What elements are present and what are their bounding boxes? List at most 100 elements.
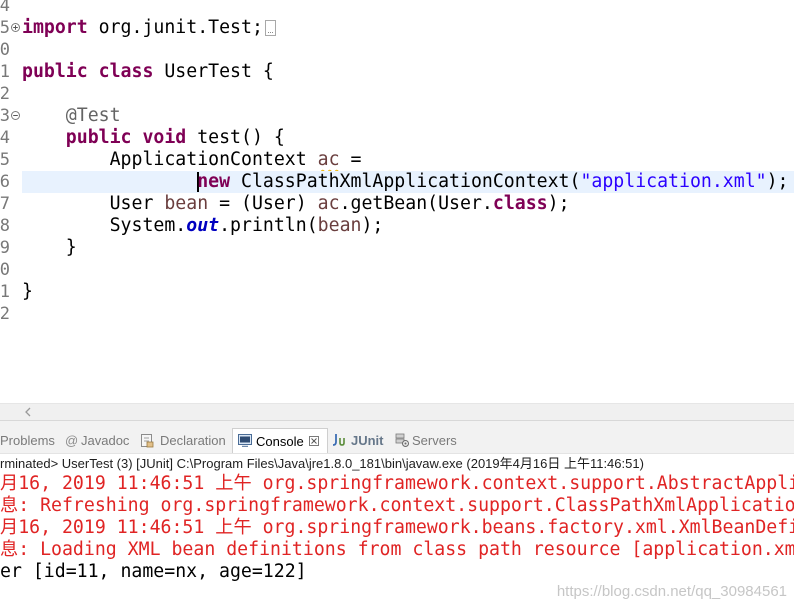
keyword-public-class: public class	[22, 61, 154, 82]
line-number: 0	[0, 40, 10, 60]
line-number: 5	[0, 150, 10, 170]
annotation-test: @Test	[65, 105, 121, 126]
chevron-left-icon[interactable]	[24, 407, 32, 417]
tab-label: Problems	[0, 433, 55, 448]
code-line[interactable]: import org.junit.Test;	[22, 17, 794, 39]
code-text: = (User)	[208, 193, 318, 214]
gutter-row: 4	[0, 127, 22, 149]
line-number-gutter: 4 5 0 1 2 3 4 5 6 7 8 9 0 1 2	[0, 0, 22, 325]
console-process-label: rminated> UserTest (3) [JUnit] C:\Progra…	[0, 453, 794, 472]
keyword-class: class	[492, 193, 548, 214]
line-number: 3	[0, 106, 10, 126]
line-number: 9	[0, 238, 10, 258]
code-editor[interactable]: 4 5 0 1 2 3 4 5 6 7 8 9 0 1 2 import org…	[0, 0, 794, 403]
type-name: ApplicationContext	[109, 149, 318, 170]
code-text: );	[361, 215, 384, 236]
folded-code-marker[interactable]	[264, 20, 276, 36]
import-path: org.junit.Test;	[87, 17, 263, 38]
tab-servers[interactable]: Servers	[394, 428, 458, 453]
console-icon	[238, 434, 252, 447]
line-number: 0	[0, 260, 10, 280]
code-line[interactable]: public void test() {	[22, 127, 794, 149]
gutter-row: 1	[0, 61, 22, 83]
tab-problems[interactable]: Problems	[0, 428, 58, 453]
code-line[interactable]: ApplicationContext ac =	[22, 149, 794, 171]
static-field: out	[186, 215, 220, 236]
line-number: 4	[0, 0, 10, 16]
gutter-row: 8	[0, 215, 22, 237]
javadoc-at-icon	[65, 428, 78, 453]
code-line[interactable]	[22, 303, 794, 325]
watermark: https://blog.csdn.net/qq_30984561	[556, 583, 787, 600]
line-number: 2	[0, 84, 10, 104]
line-number: 7	[0, 194, 10, 214]
code-line[interactable]	[22, 259, 794, 281]
tab-label: Servers	[412, 433, 457, 448]
tab-javadoc[interactable]: Javadoc	[64, 428, 134, 453]
gutter-row: 2	[0, 303, 22, 325]
console-line: 息: Refreshing org.springframework.contex…	[0, 495, 794, 516]
servers-icon	[395, 433, 409, 447]
type-name: System.	[109, 215, 187, 236]
close-icon[interactable]	[309, 436, 319, 446]
declaration-icon	[141, 434, 154, 448]
gutter-row: 2	[0, 83, 22, 105]
code-line[interactable]: }	[22, 281, 794, 303]
string-literal: "application.xml"	[580, 171, 767, 192]
current-code-line[interactable]: new ClassPathXmlApplicationContext("appl…	[22, 171, 794, 193]
tab-label: Console	[256, 434, 304, 449]
tab-label: Javadoc	[81, 433, 130, 448]
local-variable: ac	[317, 193, 340, 214]
code-text: .getBean(User.	[339, 193, 493, 214]
console-tab-strip: Problems Javadoc Declaration Console JUn…	[0, 420, 794, 453]
fold-collapse-icon[interactable]	[11, 111, 20, 120]
method-signature: test() {	[186, 127, 285, 148]
code-area[interactable]: import org.junit.Test; public class User…	[22, 0, 794, 325]
gutter-row: 7	[0, 193, 22, 215]
constructor-call: ClassPathXmlApplicationContext(	[230, 171, 581, 192]
gutter-row: 5	[0, 149, 22, 171]
line-number: 5	[0, 18, 10, 38]
console-line: 息: Loading XML bean definitions from cla…	[0, 539, 794, 560]
gutter-row: 3	[0, 105, 22, 127]
code-line[interactable]: }	[22, 237, 794, 259]
gutter-row: 4	[0, 0, 22, 17]
code-line[interactable]	[22, 83, 794, 105]
gutter-row: 0	[0, 259, 22, 281]
junit-icon	[332, 434, 345, 446]
code-line[interactable]	[22, 0, 794, 17]
horizontal-scrollbar[interactable]	[0, 403, 794, 420]
code-line[interactable]: User bean = (User) ac.getBean(User.class…	[22, 193, 794, 215]
gutter-row: 6	[0, 171, 22, 193]
gutter-row: 9	[0, 237, 22, 259]
code-line[interactable]: @Test	[22, 105, 794, 127]
line-number: 1	[0, 62, 10, 82]
tab-junit[interactable]: JUnit	[331, 428, 387, 453]
local-variable: bean	[164, 193, 209, 214]
local-variable-warning[interactable]: ac	[318, 149, 340, 170]
console-line: 月16, 2019 11:46:51 上午 org.springframewor…	[0, 517, 794, 538]
console-line: 月16, 2019 11:46:51 上午 org.springframewor…	[0, 473, 794, 494]
line-number: 1	[0, 282, 10, 302]
keyword-new: new	[197, 171, 231, 192]
type-name: User	[109, 193, 165, 214]
code-line[interactable]: System.out.println(bean);	[22, 215, 794, 237]
closing-brace: }	[22, 281, 33, 302]
code-text: );	[766, 171, 789, 192]
code-line[interactable]	[22, 39, 794, 61]
fold-expand-icon[interactable]	[11, 23, 20, 32]
closing-brace: }	[65, 237, 77, 258]
code-line[interactable]: public class UserTest {	[22, 61, 794, 83]
code-text: =	[339, 149, 362, 170]
tab-label: Declaration	[160, 433, 226, 448]
line-number: 6	[0, 172, 10, 192]
tab-label: JUnit	[351, 433, 384, 448]
line-number: 2	[0, 304, 10, 324]
local-variable: bean	[317, 215, 362, 236]
tab-declaration[interactable]: Declaration	[139, 428, 229, 453]
keyword-public-void: public void	[65, 127, 187, 148]
class-name: UserTest {	[153, 61, 274, 82]
gutter-row: 0	[0, 39, 22, 61]
tab-console[interactable]: Console	[232, 428, 328, 453]
gutter-row: 1	[0, 281, 22, 303]
